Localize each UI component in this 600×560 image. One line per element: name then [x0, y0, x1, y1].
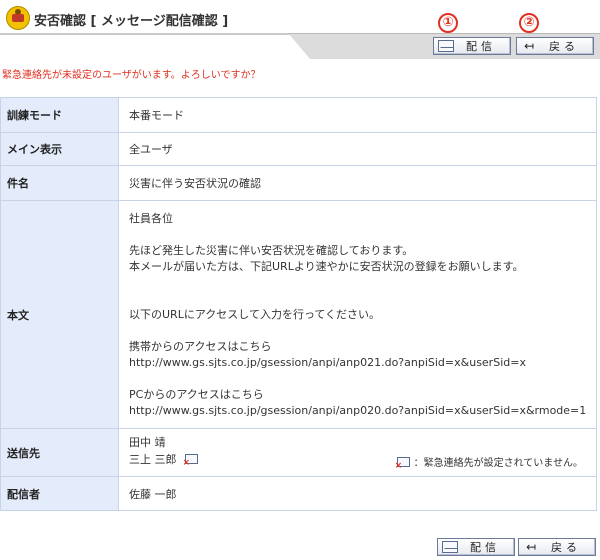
warning-message: 緊急連絡先が未設定のユーザがいます。よろしいですか？ — [2, 70, 261, 81]
body-label: 本文 — [0, 200, 119, 429]
sender-value: 佐藤 一郎 — [118, 476, 597, 511]
no-contact-legend: × ：緊急連絡先が設定されていません。 — [395, 454, 583, 471]
send-button-label: 配信 — [466, 40, 496, 53]
logo-mark — [12, 14, 24, 22]
body-line: http://www.gs.sjts.co.jp/gsession/anpi/a… — [129, 404, 587, 417]
body-value: 社員各位 先ほど発生した災害に伴い安否状況を確認しております。 本メールが届いた… — [118, 200, 597, 429]
main-display-value: 全ユーザ — [118, 132, 597, 166]
recipient-item-with-icon: 三上 三郎 × — [129, 451, 198, 468]
page-title: 安否確認 [ メッセージ配信確認 ] — [34, 14, 229, 29]
annotation-badge-2: ② — [519, 13, 539, 33]
recipients-label: 送信先 — [0, 428, 119, 477]
body-line: 本メールが届いた方は、下記URLより速やかに安否状況の登録をお願いします。 — [129, 260, 524, 273]
header-divider — [0, 33, 290, 35]
no-email-icon: × — [183, 454, 198, 468]
table-row-main-display: メイン表示 全ユーザ — [0, 132, 597, 166]
table-row-mode: 訓練モード 本番モード — [0, 97, 597, 133]
body-line — [129, 291, 595, 307]
send-button-top[interactable]: 配信 — [433, 37, 511, 55]
recipients-list: 田中 靖 三上 三郎 × × ：緊急連絡先が設定されていません。 — [129, 430, 595, 475]
back-arrow-icon: ↤ — [523, 39, 535, 53]
back-button-bottom[interactable]: ↤ 戻る — [518, 538, 596, 556]
mode-label: 訓練モード — [0, 97, 119, 133]
table-row-subject: 件名 災害に伴う安否状況の確認 — [0, 165, 597, 201]
body-line — [129, 371, 595, 387]
body-line — [129, 323, 595, 339]
no-email-icon: × — [395, 456, 410, 471]
recipients-value: 田中 靖 三上 三郎 × × ：緊急連絡先が設定されていません。 — [118, 428, 597, 477]
subject-label: 件名 — [0, 165, 119, 201]
body-line: 以下のURLにアクセスして入力を行ってください。 — [129, 308, 381, 321]
envelope-icon — [442, 541, 458, 553]
body-line: http://www.gs.sjts.co.jp/gsession/anpi/a… — [129, 356, 526, 369]
envelope-icon — [438, 40, 454, 52]
sender-label: 配信者 — [0, 476, 119, 511]
body-line: 先ほど発生した災害に伴い安否状況を確認しております。 — [129, 244, 414, 257]
back-button-top[interactable]: ↤ 戻る — [516, 37, 594, 55]
app-logo-icon — [6, 6, 30, 30]
table-row-sender: 配信者 佐藤 一郎 — [0, 476, 597, 511]
message-detail-table: 訓練モード 本番モード メイン表示 全ユーザ 件名 災害に伴う安否状況の確認 本… — [0, 97, 597, 511]
recipient-item: 田中 靖 — [129, 436, 166, 449]
annotation-badge-1: ① — [438, 13, 458, 33]
back-button-label: 戻る — [551, 541, 581, 554]
table-row-body: 本文 社員各位 先ほど発生した災害に伴い安否状況を確認しております。 本メールが… — [0, 200, 597, 429]
body-line — [129, 227, 595, 243]
table-row-recipients: 送信先 田中 靖 三上 三郎 × × ：緊急連絡先が設定されていません。 — [0, 428, 597, 477]
subject-value: 災害に伴う安否状況の確認 — [118, 165, 597, 201]
x-mark-icon: × — [394, 460, 403, 471]
body-line: 社員各位 — [129, 212, 173, 225]
x-mark-icon: × — [182, 458, 191, 468]
body-line — [129, 275, 595, 291]
back-arrow-icon: ↤ — [525, 540, 537, 554]
body-line: PCからのアクセスはこちら — [129, 388, 264, 401]
send-button-bottom[interactable]: 配信 — [437, 538, 515, 556]
recipient-name: 三上 三郎 — [129, 453, 177, 466]
send-button-label: 配信 — [470, 541, 500, 554]
body-line: 携帯からのアクセスはこちら — [129, 340, 272, 353]
mode-value: 本番モード — [118, 97, 597, 133]
legend-text: ：緊急連絡先が設定されていません。 — [413, 458, 583, 469]
back-button-label: 戻る — [549, 40, 579, 53]
body-text: 社員各位 先ほど発生した災害に伴い安否状況を確認しております。 本メールが届いた… — [129, 202, 595, 427]
page-header: 安否確認 [ メッセージ配信確認 ] — [0, 0, 600, 59]
main-display-label: メイン表示 — [0, 132, 119, 166]
